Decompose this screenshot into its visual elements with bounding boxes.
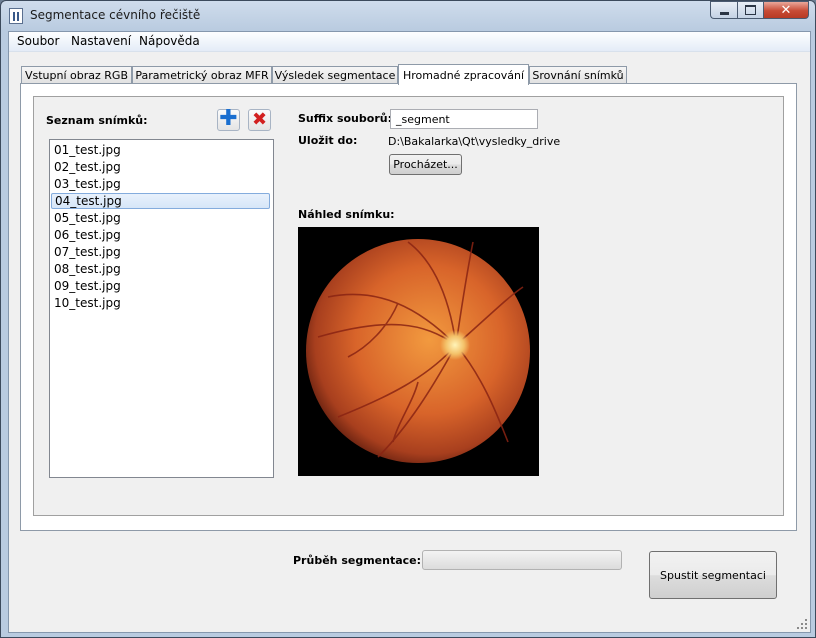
suffix-label: Suffix souborů: — [298, 112, 392, 125]
image-preview — [298, 227, 539, 476]
add-file-button[interactable]: ✚ — [217, 106, 240, 131]
window-controls: ✕ — [710, 1, 809, 20]
menu-nastaveni[interactable]: Nastavení — [71, 34, 131, 48]
file-list-label: Seznam snímků: — [46, 114, 148, 127]
remove-file-button[interactable]: ✖ — [248, 109, 271, 131]
list-item[interactable]: 08_test.jpg — [51, 261, 270, 277]
fundus-image — [306, 239, 530, 463]
save-location-label: Uložit do: — [298, 134, 358, 147]
close-icon: ✖ — [251, 109, 268, 130]
tab-hromadne-zpracovani[interactable]: Hromadné zpracování — [398, 64, 529, 85]
list-item[interactable]: 06_test.jpg — [51, 227, 270, 243]
menu-napoveda[interactable]: Nápověda — [139, 34, 200, 48]
tab-parametricky-obraz[interactable]: Parametrický obraz MFR — [132, 66, 272, 84]
title-bar[interactable]: Segmentace cévního řečiště ✕ — [1, 1, 815, 31]
minimize-icon — [719, 11, 729, 15]
file-list[interactable]: 01_test.jpg 02_test.jpg 03_test.jpg 04_test… — [49, 139, 274, 478]
minimize-button[interactable] — [710, 1, 737, 19]
segmentation-progress-bar — [422, 550, 622, 570]
menu-soubor[interactable]: Soubor — [17, 34, 59, 48]
maximize-button[interactable] — [737, 1, 763, 19]
menu-bar: Soubor Nastavení Nápověda — [9, 32, 810, 52]
close-button[interactable]: ✕ — [763, 1, 809, 19]
list-item[interactable]: 02_test.jpg — [51, 159, 270, 175]
tab-vysledek-segmentace[interactable]: Výsledek segmentace — [272, 66, 398, 84]
list-item[interactable]: 04_test.jpg — [51, 193, 270, 209]
browse-button[interactable]: Procházet... — [389, 154, 462, 175]
progress-label: Průběh segmentace: — [293, 554, 422, 567]
preview-label: Náhled snímku: — [298, 208, 395, 221]
list-item[interactable]: 09_test.jpg — [51, 278, 270, 294]
client-area: Soubor Nastavení Nápověda Vstupní obraz … — [8, 31, 811, 633]
resize-grip[interactable] — [796, 618, 808, 630]
close-icon: ✕ — [780, 2, 792, 18]
run-segmentation-button[interactable]: Spustit segmentaci — [649, 551, 777, 599]
app-icon — [9, 8, 23, 24]
batch-groupbox: Seznam snímků: ✚ ✖ 01_test.jpg 02_test.jp… — [33, 96, 784, 516]
list-item[interactable]: 10_test.jpg — [51, 295, 270, 311]
app-window: Segmentace cévního řečiště ✕ Soubor Nast… — [0, 0, 816, 638]
plus-icon: ✚ — [219, 106, 238, 131]
list-item[interactable]: 03_test.jpg — [51, 176, 270, 192]
save-path: D:\Bakalarka\Qt\vysledky_drive — [388, 135, 561, 148]
maximize-icon — [745, 5, 756, 15]
list-item[interactable]: 01_test.jpg — [51, 142, 270, 158]
tab-srovnani-snimku[interactable]: Srovnání snímků — [529, 66, 627, 84]
tab-vstupni-obraz[interactable]: Vstupní obraz RGB — [21, 66, 132, 84]
window-title: Segmentace cévního řečiště — [30, 8, 201, 22]
list-item[interactable]: 07_test.jpg — [51, 244, 270, 260]
list-item[interactable]: 05_test.jpg — [51, 210, 270, 226]
suffix-input[interactable]: _segment — [390, 109, 538, 129]
